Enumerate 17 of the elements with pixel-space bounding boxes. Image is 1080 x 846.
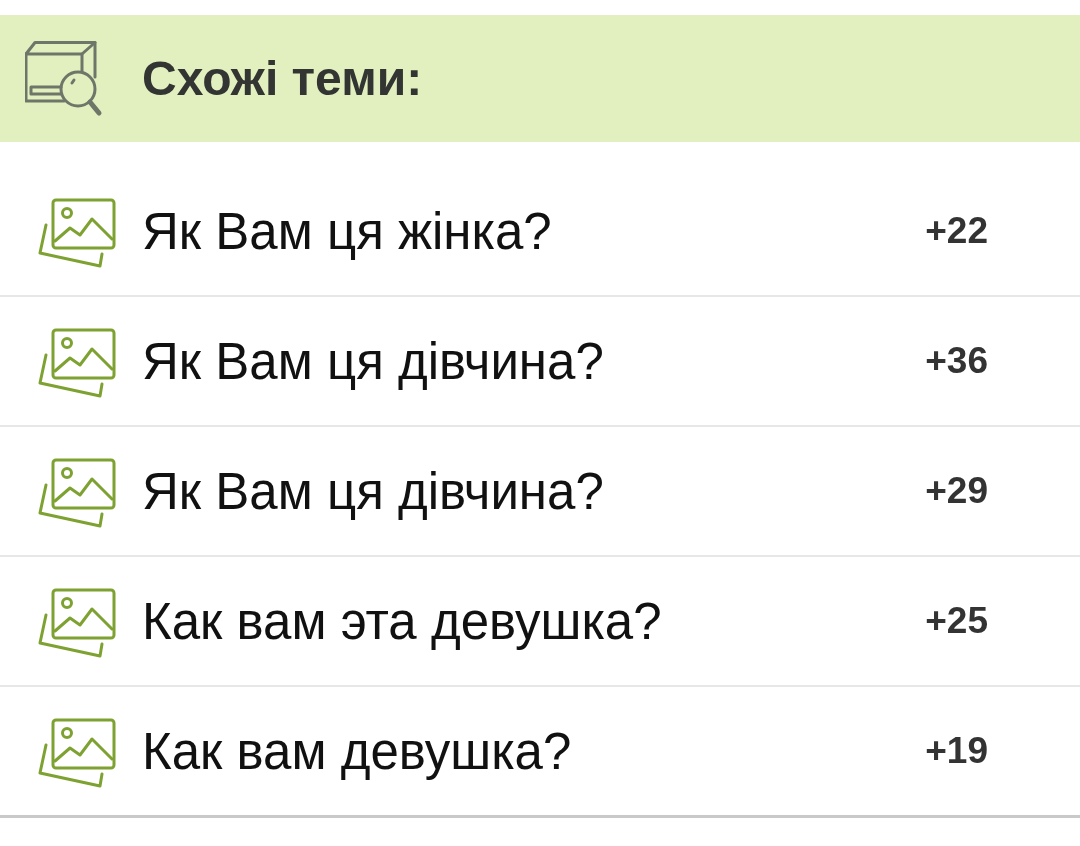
images-icon xyxy=(38,718,116,788)
section-title: Схожі теми: xyxy=(142,51,423,106)
images-icon xyxy=(38,198,116,268)
reply-count: +19 xyxy=(925,730,988,772)
reply-count: +29 xyxy=(925,470,988,512)
reply-count: +36 xyxy=(925,340,988,382)
topic-link[interactable]: Як Вам ця жінка? xyxy=(142,201,552,261)
topic-link[interactable]: Как вам эта девушка? xyxy=(142,591,662,651)
images-icon xyxy=(38,458,116,528)
box-search-icon xyxy=(25,40,103,117)
topic-link[interactable]: Як Вам ця дівчина? xyxy=(142,331,604,391)
topic-link[interactable]: Як Вам ця дівчина? xyxy=(142,461,604,521)
topic-link[interactable]: Как вам девушка? xyxy=(142,721,572,781)
reply-count: +25 xyxy=(925,600,988,642)
images-icon xyxy=(38,588,116,658)
images-icon xyxy=(38,328,116,398)
reply-count: +22 xyxy=(925,210,988,252)
